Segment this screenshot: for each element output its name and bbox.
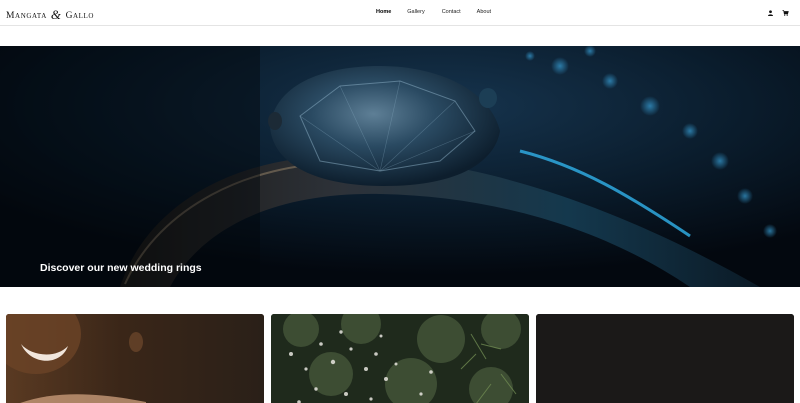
- hero-ring-image: [0, 46, 800, 287]
- logo-ampersand: &: [50, 7, 62, 22]
- nav-contact[interactable]: Contact: [442, 9, 461, 15]
- nav-home[interactable]: Home: [376, 9, 391, 15]
- card-1-image: [6, 314, 264, 403]
- site-header: Mangata & Gallo Home Gallery Contact Abo…: [0, 0, 800, 26]
- cart-icon[interactable]: [782, 10, 789, 16]
- header-actions: [767, 10, 789, 16]
- gallery-card-1[interactable]: [6, 314, 264, 403]
- page: Mangata & Gallo Home Gallery Contact Abo…: [0, 0, 800, 403]
- hero-caption: Discover our new wedding rings: [40, 262, 202, 274]
- card-3-image: [536, 314, 794, 403]
- main-nav: Home Gallery Contact About: [376, 9, 491, 15]
- gallery-card-3[interactable]: [536, 314, 794, 403]
- nav-gallery[interactable]: Gallery: [407, 9, 424, 15]
- logo-word-1: Mangata: [6, 11, 47, 21]
- site-logo[interactable]: Mangata & Gallo: [6, 7, 94, 23]
- hero-banner[interactable]: Discover our new wedding rings: [0, 46, 800, 287]
- card-2-image: [271, 314, 529, 403]
- user-icon[interactable]: [767, 10, 774, 16]
- gallery-card-2[interactable]: [271, 314, 529, 403]
- nav-about[interactable]: About: [477, 9, 491, 15]
- logo-word-2: Gallo: [65, 11, 95, 21]
